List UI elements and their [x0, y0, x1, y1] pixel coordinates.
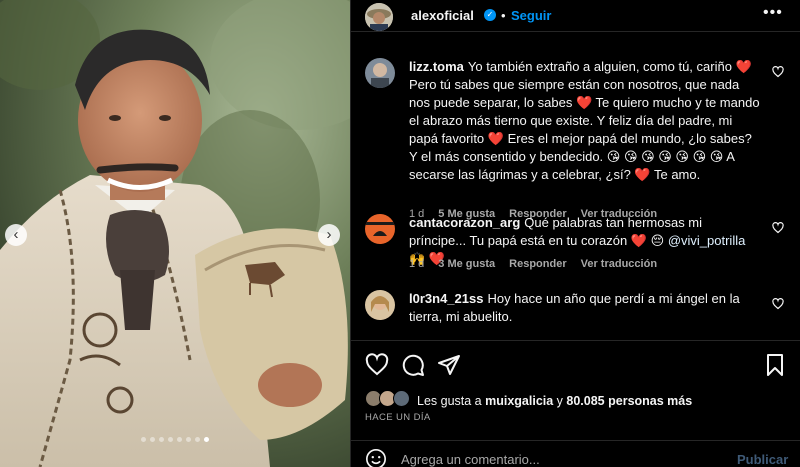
carousel-dot	[177, 437, 182, 442]
liker-avatar	[393, 390, 410, 407]
carousel-dot	[168, 437, 173, 442]
save-bookmark-icon[interactable]	[763, 353, 787, 377]
comment-composer: Publicar	[351, 440, 800, 467]
likes-summary[interactable]: Les gusta a muixgalicia y 80.085 persona…	[351, 386, 800, 412]
author-username[interactable]: alexoficial	[411, 8, 474, 23]
comment-time: 1 d	[409, 258, 425, 270]
comment-like-heart-icon[interactable]	[772, 222, 784, 234]
comment-body: Yo también extraño a alguien, como tú, c…	[409, 59, 760, 182]
likes-count[interactable]: 80.085 personas más	[566, 394, 692, 408]
see-translation-button[interactable]: Ver traducción	[581, 258, 657, 270]
mention-link[interactable]: @vivi_potrilla	[668, 233, 746, 248]
commenter-username[interactable]: cantacorazon_arg	[409, 215, 520, 230]
share-send-icon[interactable]	[437, 353, 461, 377]
comment-like-heart-icon[interactable]	[772, 66, 784, 78]
post-date: HACE UN DÍA	[365, 412, 431, 423]
comments-list[interactable]: lizz.toma Yo también extraño a alguien, c…	[351, 32, 800, 340]
carousel-indicator	[0, 437, 350, 442]
author-avatar-image	[365, 3, 393, 31]
commenter-avatar[interactable]	[365, 58, 395, 88]
carousel-dot	[159, 437, 164, 442]
emoji-icon[interactable]	[365, 448, 387, 467]
reply-button[interactable]: Responder	[509, 258, 566, 270]
commenter-avatar-image	[365, 214, 395, 244]
post-header: alexoficial ✓ • Seguir •••	[351, 0, 800, 32]
commenter-avatar-image	[365, 58, 395, 88]
carousel-dot	[186, 437, 191, 442]
author-avatar[interactable]	[365, 3, 393, 31]
carousel-dot	[150, 437, 155, 442]
comment-input[interactable]	[401, 450, 721, 467]
next-image-button[interactable]: ›	[318, 224, 340, 246]
comment-like-heart-icon[interactable]	[772, 298, 784, 310]
comment-bubble-icon[interactable]	[401, 353, 425, 377]
liker-username[interactable]: muixgalicia	[485, 394, 553, 408]
commenter-avatar[interactable]	[365, 214, 395, 244]
like-heart-icon[interactable]	[365, 353, 389, 377]
header-separator: •	[501, 8, 506, 23]
commenter-avatar[interactable]	[365, 290, 395, 320]
comment-text: l0r3n4_21ss Hoy hace un año que perdí a m…	[409, 290, 761, 326]
likes-middle: y	[553, 394, 567, 408]
post-photo	[0, 0, 350, 467]
previous-image-button[interactable]: ‹	[5, 224, 27, 246]
follow-button[interactable]: Seguir	[511, 8, 551, 23]
publish-button[interactable]: Publicar	[737, 452, 788, 467]
commenter-avatar-image	[365, 290, 395, 320]
commenter-username[interactable]: l0r3n4_21ss	[409, 291, 483, 306]
comment-likes-count[interactable]: 3 Me gusta	[438, 258, 495, 270]
carousel-dot	[195, 437, 200, 442]
comment-meta: 1 d 3 Me gusta Responder Ver traducción	[409, 258, 657, 270]
more-options-icon[interactable]: •••	[763, 4, 783, 22]
verified-badge-icon: ✓	[484, 9, 496, 21]
commenter-username[interactable]: lizz.toma	[409, 59, 464, 74]
likes-text: Les gusta a muixgalicia y 80.085 persona…	[417, 394, 692, 408]
comment-text: lizz.toma Yo también extraño a alguien, c…	[409, 58, 761, 184]
post-media[interactable]: ‹ ›	[0, 0, 350, 467]
post-actions	[351, 340, 800, 390]
post-panel: alexoficial ✓ • Seguir ••• lizz.toma Yo t…	[350, 0, 800, 467]
carousel-dot	[141, 437, 146, 442]
likes-prefix: Les gusta a	[417, 394, 486, 408]
carousel-dot	[204, 437, 209, 442]
